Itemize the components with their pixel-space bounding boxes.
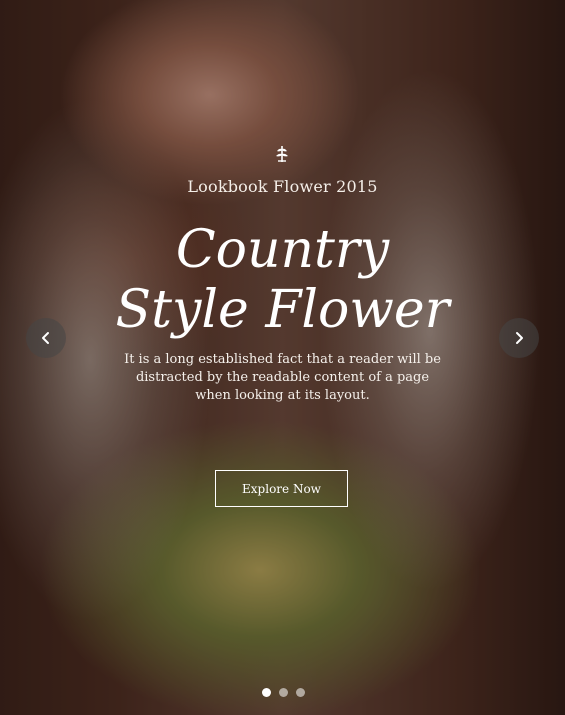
previous-slide-button[interactable]	[26, 318, 66, 358]
headline-line-1: Country	[175, 220, 390, 280]
slide-dot-1[interactable]	[262, 688, 271, 697]
slide-pagination	[262, 688, 308, 698]
slide-dot-2[interactable]	[279, 688, 288, 697]
slide-headline: Country Style Flower	[0, 220, 565, 340]
slide-content: Lookbook Flower 2015 Country Style Flowe…	[0, 0, 565, 715]
chevron-right-icon	[516, 332, 523, 344]
leaf-icon	[276, 146, 288, 162]
hero-slider: Lookbook Flower 2015 Country Style Flowe…	[0, 0, 565, 715]
next-slide-button[interactable]	[499, 318, 539, 358]
explore-now-button[interactable]: Explore Now	[215, 470, 348, 507]
slide-dot-3[interactable]	[296, 688, 305, 697]
chevron-left-icon	[42, 332, 49, 344]
headline-line-2: Style Flower	[115, 280, 450, 340]
slide-kicker: Lookbook Flower 2015	[187, 177, 378, 196]
slide-description: It is a long established fact that a rea…	[124, 352, 441, 403]
